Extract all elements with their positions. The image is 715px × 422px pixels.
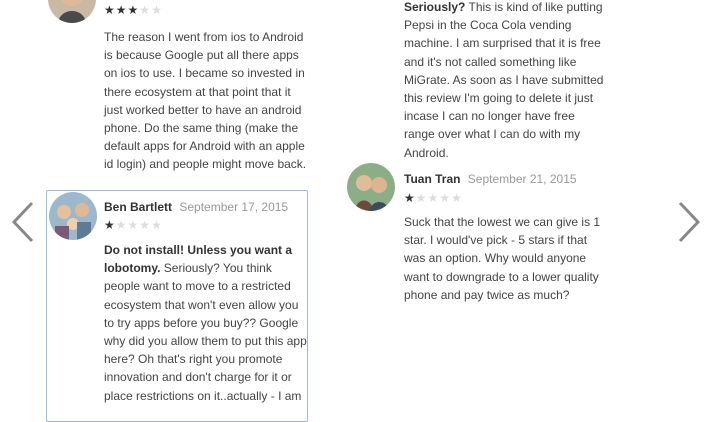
star-icon: ★ [151, 3, 163, 17]
star-rating: ★★★★★ [404, 191, 463, 205]
star-icon: ★ [115, 3, 128, 17]
avatar [347, 163, 395, 211]
star-icon: ★ [127, 218, 140, 232]
star-icon: ★ [115, 218, 128, 232]
next-page-arrow[interactable] [676, 200, 704, 248]
star-icon: ★ [439, 191, 452, 205]
star-icon: ★ [104, 3, 116, 17]
chevron-left-icon [11, 201, 34, 243]
star-icon: ★ [404, 191, 416, 205]
review-date: September 17, 2015 [179, 200, 289, 214]
review-date: September 21, 2015 [467, 172, 577, 186]
review-text: The reason I went from ios to Android is… [104, 30, 307, 172]
previous-page-arrow[interactable] [10, 200, 38, 248]
star-icon: ★ [427, 191, 440, 205]
star-icon: ★ [415, 191, 428, 205]
star-icon: ★ [127, 3, 140, 17]
star-rating: ★★★★★ [104, 3, 163, 17]
review-title: Seriously? [404, 0, 466, 14]
star-icon: ★ [139, 3, 152, 17]
author-name: Tuan Tran [404, 172, 461, 186]
review-card-highlighted[interactable]: Ben Bartlett September 17, 2015 ★★★★★ Do… [46, 190, 308, 422]
review-text: Do not install! Unless you want a loboto… [104, 243, 307, 403]
star-icon: ★ [139, 218, 152, 232]
chevron-right-icon [678, 201, 701, 243]
star-icon: ★ [151, 218, 163, 232]
star-icon: ★ [104, 218, 116, 232]
star-icon: ★ [451, 191, 463, 205]
author-name: Ben Bartlett [104, 200, 173, 214]
avatar [49, 192, 97, 240]
review-header: Ben Bartlett September 17, 2015 [104, 200, 288, 214]
review-text: Suck that the lowest we can give is 1 st… [404, 215, 601, 302]
star-rating: ★★★★★ [104, 218, 163, 232]
review-header: Tuan Tran September 21, 2015 [404, 172, 577, 186]
review-text: Seriously? This is kind of like putting … [404, 0, 604, 160]
avatar [48, 0, 96, 23]
